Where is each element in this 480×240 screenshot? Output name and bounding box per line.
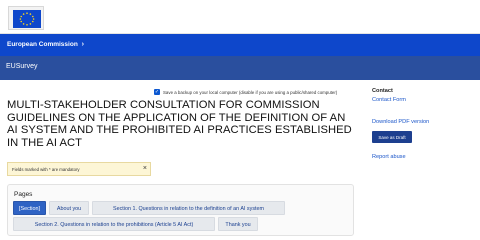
report-abuse-link[interactable]: Report abuse: [372, 154, 406, 160]
survey-title: MULTI-STAKEHOLDER CONSULTATION FOR COMMI…: [7, 99, 352, 149]
download-pdf-link[interactable]: Download PDF version: [372, 119, 429, 125]
app-bar: EUSurvey: [0, 56, 480, 80]
contact-heading: Contact: [372, 88, 393, 94]
tab-section-2[interactable]: Section 2. Questions in relation to the …: [13, 217, 215, 231]
tab-thank-you[interactable]: Thank you: [218, 217, 258, 231]
backup-option: ✓ Save a backup on your local computer (…: [154, 89, 337, 95]
pages-panel: Pages [Section] About you Section 1. Que…: [7, 184, 354, 236]
mandatory-notice-text: Fields marked with * are mandatory: [12, 167, 80, 172]
eu-flag-icon: [13, 10, 41, 28]
eu-logo[interactable]: [8, 6, 44, 30]
backup-checkbox[interactable]: ✓: [154, 89, 160, 95]
save-as-draft-button[interactable]: Save as Draft: [372, 131, 412, 143]
backup-label: Save a backup on your local computer (di…: [163, 89, 338, 95]
mandatory-notice: Fields marked with * are mandatory ×: [7, 162, 151, 176]
chevron-right-icon: ›: [81, 41, 84, 48]
tab-about-you[interactable]: About you: [49, 201, 89, 215]
app-name-link[interactable]: EUSurvey: [6, 63, 38, 70]
european-commission-link[interactable]: European Commission: [7, 41, 78, 48]
tab-section-1[interactable]: Section 1. Questions in relation to the …: [92, 201, 285, 215]
close-icon[interactable]: ×: [143, 164, 147, 173]
pages-title: Pages: [14, 191, 33, 198]
tab-section[interactable]: [Section]: [13, 201, 46, 215]
top-bar: [0, 0, 480, 34]
european-commission-bar: European Commission ›: [0, 34, 480, 56]
contact-form-link[interactable]: Contact Form: [372, 97, 406, 103]
